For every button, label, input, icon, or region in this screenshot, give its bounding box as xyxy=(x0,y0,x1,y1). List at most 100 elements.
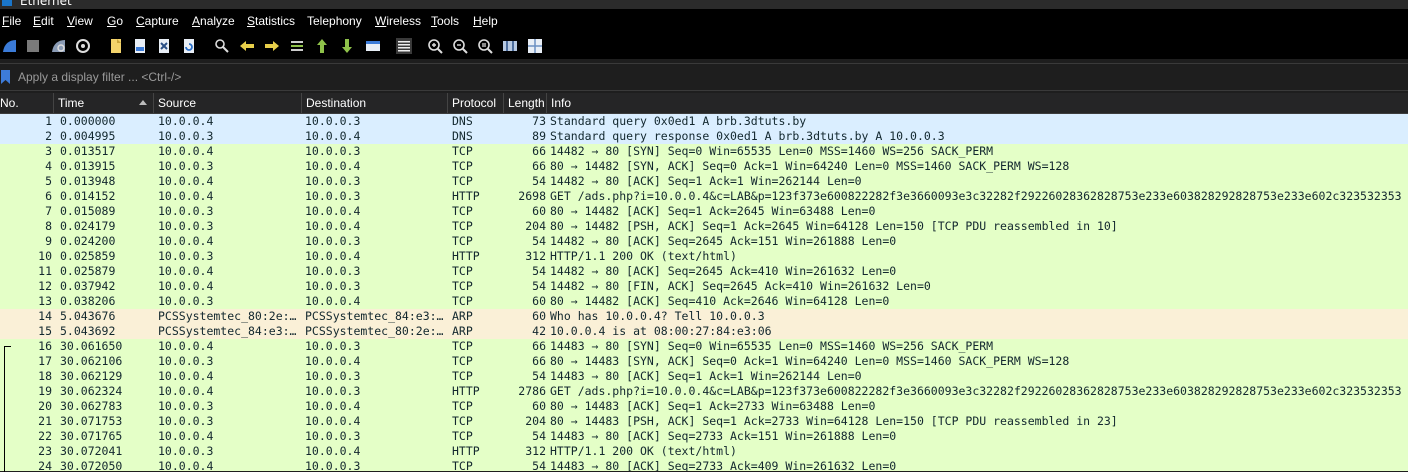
packet-source: 10.0.0.3 xyxy=(158,129,214,143)
packet-row[interactable]: 21 30.071753 10.0.0.3 10.0.0.4 TCP 204 80 → 14… xyxy=(0,414,1408,429)
column-header-protocol[interactable]: Protocol xyxy=(448,93,504,113)
packet-info: 14482 → 80 [ACK] Seq=2645 Ack=151 Win=26… xyxy=(550,234,897,248)
packet-row[interactable]: 9 0.024200 10.0.0.4 10.0.0.3 TCP 54 14482 → 80… xyxy=(0,234,1408,249)
packet-row[interactable]: 23 30.072041 10.0.0.3 10.0.0.4 HTTP 312 HTTP/1… xyxy=(0,444,1408,459)
close-file-icon[interactable] xyxy=(156,38,172,54)
packet-no: 13 xyxy=(38,294,52,308)
menu-label: ile xyxy=(9,14,22,28)
normal-size-icon[interactable] xyxy=(477,38,493,54)
menu-tools[interactable]: Tools xyxy=(431,14,459,28)
packet-row[interactable]: 22 30.071765 10.0.0.4 10.0.0.3 TCP 54 14483 → … xyxy=(0,429,1408,444)
packet-row[interactable]: 16 30.061650 10.0.0.4 10.0.0.3 TCP 66 14483 → … xyxy=(0,339,1408,354)
menu-view[interactable]: View xyxy=(67,14,93,28)
packet-destination: 10.0.0.3 xyxy=(305,144,361,158)
menu-telephony[interactable]: Telephony xyxy=(307,14,362,28)
start-capture-icon[interactable] xyxy=(1,38,17,54)
packet-row[interactable]: 11 0.025879 10.0.0.4 10.0.0.3 TCP 54 14482 → 8… xyxy=(0,264,1408,279)
column-header-destination[interactable]: Destination xyxy=(302,93,448,113)
go-to-packet-icon[interactable] xyxy=(289,38,305,54)
find-packet-icon[interactable] xyxy=(214,38,230,54)
packet-protocol: TCP xyxy=(452,174,473,188)
packet-destination: 10.0.0.4 xyxy=(305,399,361,413)
packet-info: 10.0.0.4 is at 08:00:27:84:e3:06 xyxy=(550,324,772,338)
packet-row[interactable]: 14 5.043676 PCSSystemtec_80:2e:… PCSSystemt… xyxy=(0,309,1408,324)
colorize-icon[interactable] xyxy=(396,38,412,54)
capture-options-icon[interactable] xyxy=(75,38,91,54)
go-forward-icon[interactable] xyxy=(264,38,280,54)
packet-time: 30.072050 xyxy=(60,459,123,471)
packet-source: 10.0.0.4 xyxy=(158,279,214,293)
menu-capture[interactable]: Capture xyxy=(136,14,179,28)
restart-capture-icon[interactable] xyxy=(50,38,66,54)
packet-row[interactable]: 17 30.062106 10.0.0.3 10.0.0.4 TCP 66 80 → 144… xyxy=(0,354,1408,369)
packet-row[interactable]: 18 30.062129 10.0.0.4 10.0.0.3 TCP 54 14483 → … xyxy=(0,369,1408,384)
packet-row[interactable]: 20 30.062783 10.0.0.3 10.0.0.4 TCP 60 80 → 144… xyxy=(0,399,1408,414)
packet-no: 7 xyxy=(45,204,52,218)
layout-icon[interactable] xyxy=(527,38,543,54)
menu-mnemonic: W xyxy=(375,14,387,28)
packet-destination: 10.0.0.3 xyxy=(305,189,361,203)
packet-row[interactable]: 5 0.013948 10.0.0.4 10.0.0.3 TCP 54 14482 → 80… xyxy=(0,174,1408,189)
packet-info: 80 → 14482 [PSH, ACK] Seq=1 Ack=2645 Win… xyxy=(550,219,1118,233)
packet-length: 60 xyxy=(532,399,546,413)
packet-time: 30.072041 xyxy=(60,444,123,458)
menu-wireless[interactable]: Wireless xyxy=(375,14,421,28)
packet-row[interactable]: 8 0.024179 10.0.0.3 10.0.0.4 TCP 204 80 → 1448… xyxy=(0,219,1408,234)
packet-no: 11 xyxy=(38,264,52,278)
packet-length: 54 xyxy=(532,174,546,188)
menu-go[interactable]: Go xyxy=(107,14,123,28)
column-header-no[interactable]: No. xyxy=(0,93,54,113)
packet-row[interactable]: 15 5.043692 PCSSystemtec_84:e3:… PCSSystemt… xyxy=(0,324,1408,339)
zoom-out-icon[interactable] xyxy=(452,38,468,54)
packet-row[interactable]: 3 0.013517 10.0.0.4 10.0.0.3 TCP 66 14482 → 80… xyxy=(0,144,1408,159)
packet-protocol: HTTP xyxy=(452,444,480,458)
save-file-icon[interactable] xyxy=(132,38,148,54)
resize-columns-icon[interactable] xyxy=(502,38,518,54)
filter-bookmark-icon[interactable] xyxy=(1,70,10,84)
packet-time: 0.015089 xyxy=(60,204,116,218)
column-header-source[interactable]: Source xyxy=(154,93,302,113)
packet-source: 10.0.0.4 xyxy=(158,384,214,398)
packet-length: 66 xyxy=(532,339,546,353)
go-last-icon[interactable] xyxy=(339,38,355,54)
packet-row[interactable]: 24 30.072050 10.0.0.4 10.0.0.3 TCP 54 14483 → … xyxy=(0,459,1408,471)
packet-destination: 10.0.0.3 xyxy=(305,114,361,128)
packet-no: 10 xyxy=(38,249,52,263)
packet-info: 14483 → 80 [ACK] Seq=2733 Ack=409 Win=26… xyxy=(550,459,897,471)
packet-row[interactable]: 7 0.015089 10.0.0.3 10.0.0.4 TCP 60 80 → 14482… xyxy=(0,204,1408,219)
menu-edit[interactable]: Edit xyxy=(33,14,54,28)
packet-list[interactable]: 1 0.000000 10.0.0.4 10.0.0.3 DNS 73 Standard q… xyxy=(0,114,1408,471)
packet-row[interactable]: 10 0.025859 10.0.0.3 10.0.0.4 HTTP 312 HTTP/1.… xyxy=(0,249,1408,264)
zoom-in-icon[interactable] xyxy=(427,38,443,54)
menu-label: ools xyxy=(437,14,460,28)
packet-row[interactable]: 13 0.038206 10.0.0.3 10.0.0.4 TCP 60 80 → 1448… xyxy=(0,294,1408,309)
reload-file-icon[interactable] xyxy=(181,38,197,54)
menu-statistics[interactable]: Statistics xyxy=(247,14,295,28)
menu-help[interactable]: Help xyxy=(473,14,498,28)
packet-destination: PCSSystemtec_80:2e:… xyxy=(305,324,444,338)
packet-row[interactable]: 1 0.000000 10.0.0.4 10.0.0.3 DNS 73 Standard q… xyxy=(0,114,1408,129)
go-first-icon[interactable] xyxy=(314,38,330,54)
auto-scroll-icon[interactable] xyxy=(365,38,381,54)
packet-row[interactable]: 6 0.014152 10.0.0.4 10.0.0.3 HTTP 2698 GET /ad… xyxy=(0,189,1408,204)
stop-capture-icon[interactable] xyxy=(25,38,41,54)
menu-mnemonic: C xyxy=(136,14,145,28)
menu-file[interactable]: File xyxy=(2,14,21,28)
packet-row[interactable]: 19 30.062324 10.0.0.4 10.0.0.3 HTTP 2786 GET /… xyxy=(0,384,1408,399)
packet-row[interactable]: 4 0.013915 10.0.0.3 10.0.0.4 TCP 66 80 → 14482… xyxy=(0,159,1408,174)
packet-no: 4 xyxy=(45,159,52,173)
app-icon xyxy=(2,0,12,6)
display-filter-input[interactable] xyxy=(12,66,1408,87)
packet-source: PCSSystemtec_84:e3:… xyxy=(158,324,297,338)
column-header-time[interactable]: Time xyxy=(54,93,154,113)
open-file-icon[interactable] xyxy=(108,38,124,54)
column-header-length[interactable]: Length xyxy=(504,93,547,113)
window-title: Ethernet xyxy=(20,0,72,8)
go-back-icon[interactable] xyxy=(239,38,255,54)
packet-protocol: TCP xyxy=(452,159,473,173)
column-header-info[interactable]: Info xyxy=(547,93,1408,113)
packet-row[interactable]: 12 0.037942 10.0.0.4 10.0.0.3 TCP 54 14482 → 8… xyxy=(0,279,1408,294)
packet-row[interactable]: 2 0.004995 10.0.0.3 10.0.0.4 DNS 89 Standard q… xyxy=(0,129,1408,144)
packet-time: 0.000000 xyxy=(60,114,116,128)
menu-analyze[interactable]: Analyze xyxy=(192,14,235,28)
